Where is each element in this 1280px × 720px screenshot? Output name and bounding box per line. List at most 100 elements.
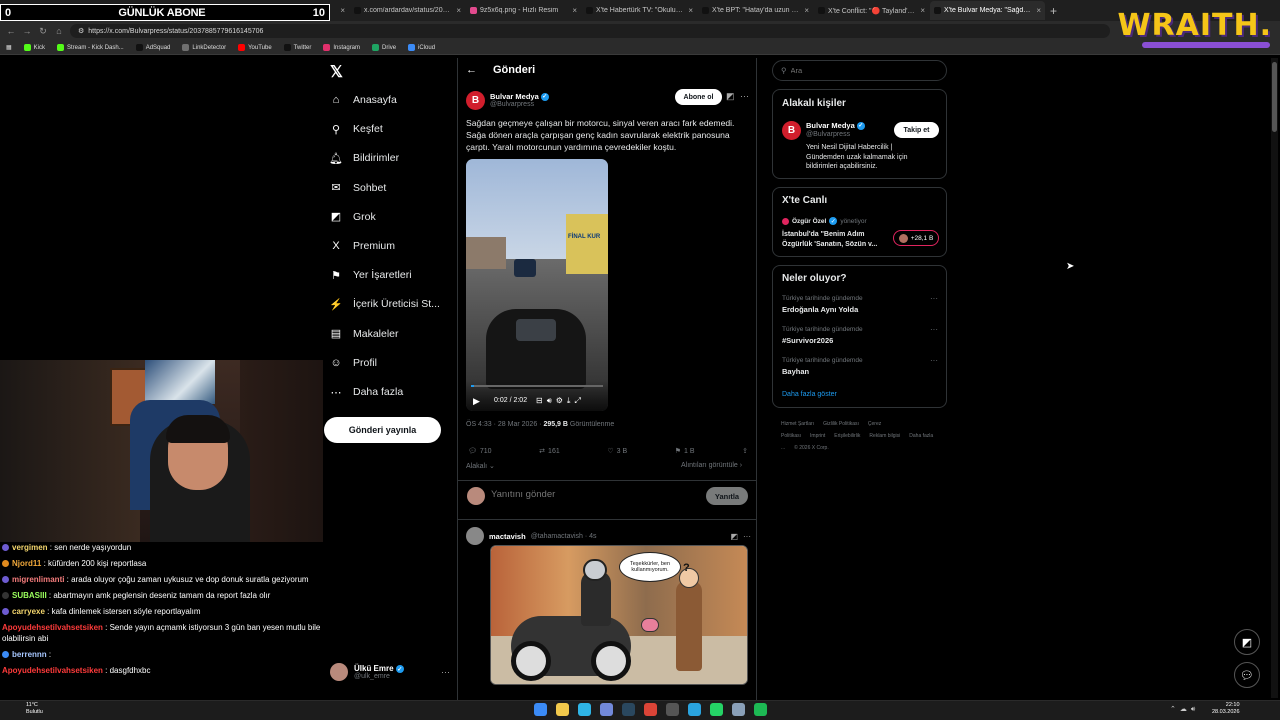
browser-tab[interactable]: X'te Habertürk TV: "Okulun elektr× — [582, 1, 697, 20]
discord-icon[interactable] — [600, 703, 613, 716]
trend-more-icon[interactable]: ··· — [930, 356, 938, 365]
play-icon[interactable]: ▶ — [473, 396, 480, 407]
reply-button[interactable]: Yanıtla — [706, 487, 748, 505]
messages-fab-icon[interactable]: 💬︎ — [1234, 662, 1260, 688]
bookmark-item[interactable]: Kick — [23, 44, 45, 51]
account-more-icon[interactable]: ··· — [441, 667, 450, 677]
x-logo-icon[interactable]: 𝕏 — [330, 62, 343, 82]
file-explorer-icon[interactable] — [556, 703, 569, 716]
chat-username[interactable]: migrenlimanti — [12, 575, 64, 584]
show-more-link[interactable]: Daha fazla göster — [782, 391, 837, 398]
steam-icon[interactable] — [622, 703, 635, 716]
tab-close-icon[interactable]: × — [920, 6, 925, 15]
live-listeners-badge[interactable]: +28,1 B — [893, 230, 939, 246]
follow-button[interactable]: Takip et — [894, 122, 939, 138]
address-bar[interactable]: ⚙ https://x.com/Bulvarpress/status/20378… — [70, 24, 1110, 38]
trend-more-icon[interactable]: ··· — [930, 325, 938, 334]
chat-username[interactable]: Apoyudehsetilvahsetsiken — [2, 666, 103, 675]
nav-item-chat[interactable]: ✉ Sohbet — [330, 177, 460, 199]
home-icon[interactable]: ⌂ — [54, 26, 64, 36]
reply-input[interactable] — [491, 489, 671, 500]
chat-username[interactable]: SUBASIII — [12, 591, 47, 600]
chat-username[interactable]: vergimen — [12, 543, 48, 552]
like-action[interactable]: ♡ 3 B — [607, 447, 627, 456]
settings-icon[interactable] — [732, 703, 745, 716]
grok-icon[interactable]: ◩ — [730, 532, 738, 541]
bookmark-item[interactable]: LinkDetector — [182, 44, 226, 51]
apps-icon[interactable]: ▦ — [6, 44, 12, 51]
grok-fab-icon[interactable]: ◩ — [1234, 629, 1260, 655]
nav-item-home[interactable]: ⌂ Anasayfa — [330, 89, 460, 111]
nav-item-grok[interactable]: ◩ Grok — [330, 206, 460, 228]
tab-close-icon[interactable]: × — [572, 6, 577, 15]
browser-tab[interactable]: X'te Conflict: "🔴 Tayland'da yarı× — [814, 1, 929, 20]
bookmark-item[interactable]: Stream - Kick Dash... — [57, 44, 124, 51]
subscribe-button[interactable]: Abone ol — [675, 89, 722, 105]
new-tab-icon[interactable]: + — [1050, 4, 1057, 18]
video-player[interactable]: FİNAL KUR ▶ 0:02 / 2:02 ⊟🔊︎⚙⤓⤢ — [466, 159, 608, 411]
taskbar-clock[interactable]: 22:10 28.03.2026 — [1212, 702, 1240, 716]
video-control-icons[interactable]: ⊟🔊︎⚙⤓⤢ — [536, 396, 585, 406]
account-switcher[interactable]: Ülkü Emre ✓ @ulk_emre ··· — [330, 660, 450, 684]
related-user-avatar[interactable]: B — [782, 121, 801, 140]
search-box[interactable]: ⚲ — [772, 60, 947, 81]
footer-link[interactable]: Erişilebilirlik — [834, 433, 860, 439]
chrome-icon[interactable] — [644, 703, 657, 716]
tab-close-icon[interactable]: × — [1036, 6, 1041, 15]
reply-post-header[interactable]: mactavish @tahamactavish · 4s ◩ ··· — [466, 527, 751, 545]
bookmark-item[interactable]: Instagram — [323, 44, 360, 51]
tab-close-icon[interactable]: × — [688, 6, 693, 15]
obs-icon[interactable] — [666, 703, 679, 716]
trend-name[interactable]: #Survivor2026 — [782, 336, 833, 345]
live-host[interactable]: Özgür Özel ✓ yönetiyor — [782, 217, 867, 225]
reply-action[interactable]: 💬︎ 710 — [468, 447, 492, 456]
view-quotes-link[interactable]: Alıntıları görüntüle › — [681, 462, 742, 469]
bookmark-item[interactable]: Drive — [372, 44, 396, 51]
chat-username[interactable]: carryexe — [12, 607, 45, 616]
tab-close-icon[interactable]: × — [456, 6, 461, 15]
repost-action[interactable]: ⇄ 161 — [539, 447, 560, 456]
nav-item-premium[interactable]: X Premium — [330, 235, 460, 257]
bookmark-item[interactable]: AdSquad — [135, 44, 170, 51]
reply-author-name[interactable]: mactavish — [489, 532, 526, 541]
chat-username[interactable]: Apoyudehsetilvahsetsiken — [2, 623, 103, 632]
footer-link[interactable]: Hizmet Şartları — [781, 421, 814, 427]
weather-widget[interactable]: 11°C Bulutlu — [26, 702, 43, 716]
nav-item-explore[interactable]: ⚲ Keşfet — [330, 118, 460, 140]
browser-tab[interactable]: X'te BPT: "Hatay'da uzun süredir× — [698, 1, 813, 20]
system-tray-icons[interactable]: ⌃☁🔊︎ — [1170, 705, 1199, 714]
back-arrow-icon[interactable]: ← — [466, 64, 477, 76]
bulvar-avatar[interactable]: B — [466, 90, 485, 110]
browser-tab[interactable]: x.com/ardardav/status/20378657× — [350, 1, 465, 20]
nav-item-more[interactable]: ⋯ Daha fazla — [330, 381, 460, 403]
bookmark-item[interactable]: iCloud — [408, 44, 435, 51]
tab-close-icon[interactable]: × — [804, 6, 809, 15]
live-space-title[interactable]: İstanbul'da "Benim Adım Özgürlük 'Sanatı… — [782, 230, 890, 249]
chat-username[interactable]: Njord11 — [12, 559, 41, 568]
forward-icon[interactable]: → — [22, 26, 32, 36]
bookmark-item[interactable]: YouTube — [238, 44, 272, 51]
site-info-icon[interactable]: ⚙ — [78, 27, 84, 35]
browser-tab[interactable]: X'te Bulvar Medya: "Sağdan geç× — [930, 1, 1045, 20]
start-icon[interactable] — [534, 703, 547, 716]
nav-item-bookmarks[interactable]: ⚑ Yer İşaretleri — [330, 264, 460, 286]
nav-item-creator-studio[interactable]: ⚡ İçerik Üreticisi St... — [329, 293, 460, 315]
bookmark-item[interactable]: Twitter — [283, 44, 311, 51]
nav-item-profile[interactable]: ☺ Profil — [330, 352, 460, 374]
post-more-icon[interactable]: ··· — [740, 91, 749, 101]
video-progress-track[interactable] — [471, 385, 603, 387]
chat-username[interactable]: berrennn — [12, 650, 47, 659]
spotify-icon[interactable] — [754, 703, 767, 716]
search-input[interactable] — [790, 66, 931, 75]
footer-link[interactable]: Reklam bilgisi — [869, 433, 900, 439]
reply-comic-image[interactable]: Teşekkürler, ben kullanmıyorum. ? — [490, 545, 748, 685]
trend-name[interactable]: Erdoğanla Aynı Yolda — [782, 305, 858, 314]
post-button[interactable]: Gönderi yayınla — [324, 417, 441, 443]
grok-icon[interactable]: ◩ — [726, 91, 735, 102]
nav-item-notifications[interactable]: 🔔︎ Bildirimler — [329, 147, 460, 169]
footer-link[interactable]: Gizlilik Politikası — [823, 421, 859, 427]
share-action[interactable]: ⇪ — [742, 447, 748, 455]
browser-tab[interactable]: 9z5x6q.png - Hızlı Resim × — [466, 1, 581, 20]
telegram-icon[interactable] — [688, 703, 701, 716]
scrollbar[interactable] — [1271, 58, 1278, 698]
